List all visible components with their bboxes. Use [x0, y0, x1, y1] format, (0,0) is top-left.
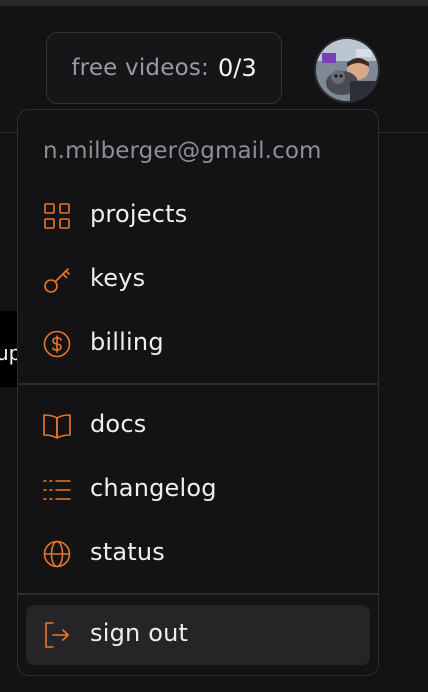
- top-border: [0, 0, 428, 6]
- sign-out-button[interactable]: sign out: [26, 605, 370, 665]
- book-icon: [42, 411, 72, 441]
- user-email: n.milberger@gmail.com: [43, 138, 322, 164]
- free-videos-label: free videos:: [71, 55, 209, 81]
- sign-out-label: sign out: [90, 619, 189, 647]
- list-icon: [42, 475, 72, 505]
- dollar-circle-icon: [42, 329, 72, 359]
- menu-item-label: keys: [90, 264, 146, 292]
- menu-item-keys[interactable]: keys: [26, 250, 370, 310]
- user-avatar-icon: [316, 39, 378, 101]
- key-icon: [42, 265, 72, 295]
- page: free videos: 0/3 up n.milberger@gmail.co…: [0, 0, 428, 692]
- menu-divider: [18, 593, 378, 595]
- menu-item-label: projects: [90, 200, 188, 228]
- avatar[interactable]: [316, 39, 378, 101]
- menu-item-changelog[interactable]: changelog: [26, 460, 370, 520]
- account-dropdown-menu: n.milberger@gmail.com projects keys bill…: [17, 109, 379, 676]
- menu-item-docs[interactable]: docs: [26, 396, 370, 456]
- menu-item-projects[interactable]: projects: [26, 186, 370, 246]
- menu-item-label: status: [90, 538, 165, 566]
- menu-item-billing[interactable]: billing: [26, 314, 370, 374]
- menu-item-label: billing: [90, 328, 164, 356]
- grid-icon: [42, 201, 72, 231]
- menu-item-status[interactable]: status: [26, 524, 370, 584]
- globe-icon: [42, 539, 72, 569]
- menu-divider: [18, 383, 378, 385]
- free-videos-badge[interactable]: free videos: 0/3: [46, 32, 282, 104]
- sign-out-icon: [42, 620, 72, 650]
- free-videos-count: 0/3: [218, 54, 257, 82]
- menu-item-label: changelog: [90, 474, 217, 502]
- menu-item-label: docs: [90, 410, 147, 438]
